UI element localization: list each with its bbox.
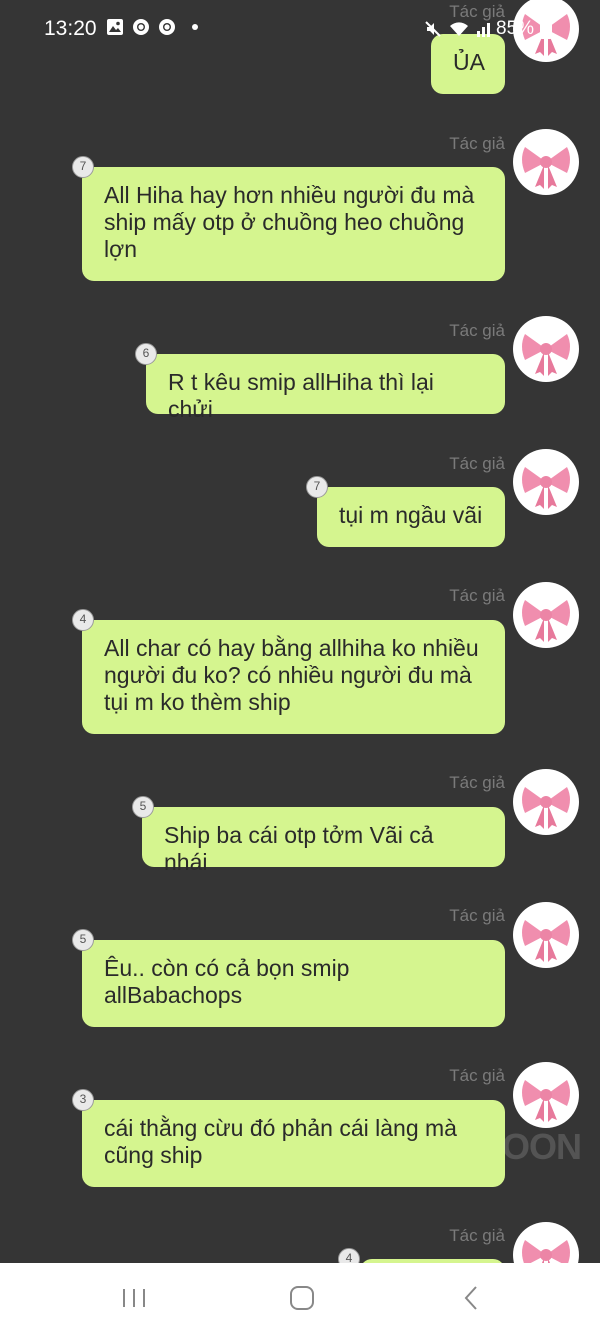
comment-count-badge[interactable]: 6	[135, 343, 157, 365]
comment-count-badge[interactable]: 4	[72, 609, 94, 631]
bow-icon	[522, 147, 570, 189]
bow-icon	[522, 600, 570, 642]
author-label: Tác giả	[449, 1226, 505, 1245]
message-text: tụi m ngầu vãi	[339, 502, 483, 528]
message-text: All Hiha hay hơn nhiều người đu mà ship …	[104, 182, 475, 262]
home-button[interactable]	[282, 1283, 322, 1313]
message-bubble[interactable]: All Hiha hay hơn nhiều người đu mà ship …	[82, 167, 505, 281]
message-bubble[interactable]: Êu.. còn có cả bọn smip allBabachops	[82, 940, 505, 1027]
message-bubble[interactable]: R t kêu smip allHiha thì lại chửi	[146, 354, 505, 422]
avatar[interactable]	[513, 902, 579, 968]
message-bubble[interactable]: tụi m ngầu vãi	[317, 487, 505, 547]
watermark: OON	[502, 1126, 582, 1167]
author-label: Tác giả	[449, 134, 505, 153]
battery-level: 85%	[496, 18, 535, 39]
avatar[interactable]	[513, 129, 579, 195]
message-bubble[interactable]: cái thằng cừu đó phản cái làng mà cũng s…	[82, 1100, 505, 1187]
avatar[interactable]	[513, 769, 579, 835]
message-bubble[interactable]: Ship ba cái otp tởm Vãi cả nhái	[142, 807, 505, 875]
message-bubble[interactable]: All char có hay bằng allhiha ko nhiều ng…	[82, 620, 505, 734]
status-notification-icons	[106, 18, 198, 36]
home-icon	[290, 1286, 314, 1310]
image-icon	[107, 19, 123, 35]
bow-icon	[522, 1080, 570, 1122]
chrome-icon	[159, 19, 175, 35]
comment-count-badge[interactable]: 7	[72, 156, 94, 178]
author-label: Tác giả	[449, 321, 505, 340]
comment-count-badge[interactable]: 5	[132, 796, 154, 818]
mute-icon	[425, 21, 441, 37]
comment-count-badge[interactable]: 3	[72, 1089, 94, 1111]
author-label: Tác giả	[449, 773, 505, 792]
message-text: R t kêu smip allHiha thì lại chửi	[168, 369, 434, 422]
author-label: Tác giả	[449, 906, 505, 925]
comment-count-badge[interactable]: 7	[306, 476, 328, 498]
author-label: Tác giả	[449, 1066, 505, 1085]
author-label: Tác giả	[449, 586, 505, 605]
bow-icon	[522, 467, 570, 509]
chrome-icon	[133, 19, 149, 35]
recent-apps-icon	[123, 1289, 145, 1307]
status-system-icons: 85%	[424, 18, 553, 40]
bow-icon	[522, 920, 570, 962]
back-button[interactable]	[450, 1283, 490, 1313]
dot-icon	[192, 24, 198, 30]
wifi-icon	[450, 22, 468, 36]
back-icon	[464, 1286, 477, 1310]
status-time: 13:20	[44, 17, 97, 40]
author-label: Tác giả	[449, 454, 505, 473]
avatar[interactable]	[513, 316, 579, 382]
message-text: All char có hay bằng allhiha ko nhiều ng…	[104, 635, 479, 715]
message-text: Ship ba cái otp tởm Vãi cả nhái	[164, 822, 434, 875]
avatar[interactable]	[513, 582, 579, 648]
avatar[interactable]	[513, 1062, 579, 1128]
message-text: cái thằng cừu đó phản cái làng mà cũng s…	[104, 1115, 457, 1168]
comment-count-badge[interactable]: 5	[72, 929, 94, 951]
recent-apps-button[interactable]	[114, 1283, 154, 1313]
bow-icon	[522, 334, 570, 376]
avatar[interactable]	[513, 449, 579, 515]
signal-icon	[477, 23, 490, 37]
message-text: Êu.. còn có cả bọn smip allBabachops	[104, 955, 350, 1008]
status-bar: 13:20 85%	[0, 0, 600, 60]
battery-icon	[540, 19, 553, 39]
bow-icon	[522, 787, 570, 829]
navigation-bar	[0, 1263, 600, 1333]
